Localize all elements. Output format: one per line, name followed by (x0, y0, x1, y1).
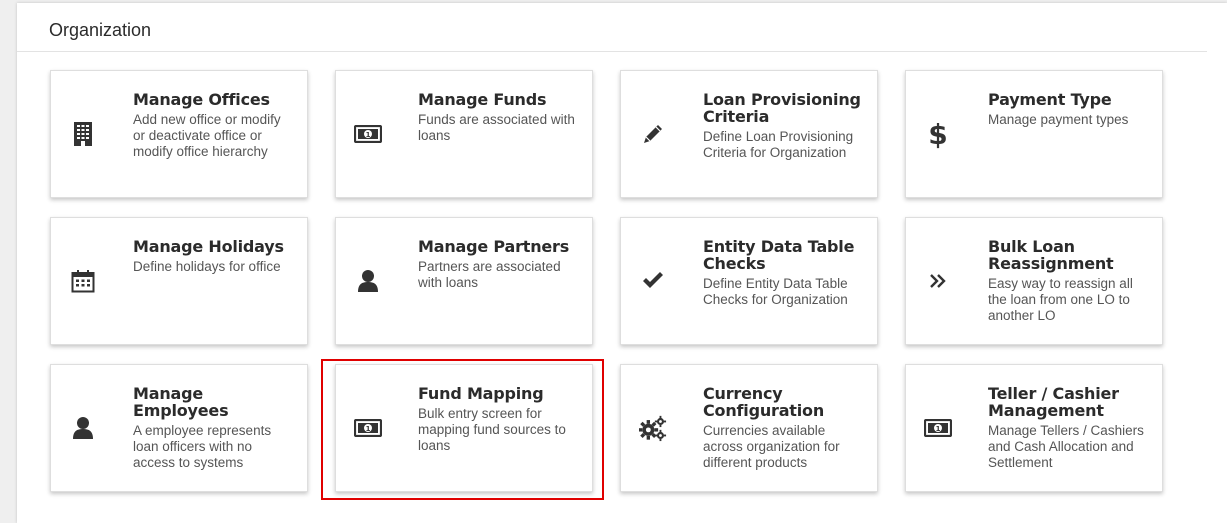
card-description: Funds are associated with loans (418, 112, 575, 143)
card-title: Manage Partners (418, 237, 570, 256)
svg-text:1: 1 (936, 425, 941, 433)
user-icon (69, 414, 97, 442)
card-description: Manage Tellers / Cashiers and Cash Alloc… (988, 423, 1144, 470)
card-description: A employee represents loan officers with… (133, 423, 272, 470)
card-description: Define Entity Data Table Checks for Orga… (703, 276, 848, 307)
card-manage-offices[interactable]: Manage Offices Add new office or modify … (50, 70, 308, 198)
section-title: Organization (49, 20, 152, 40)
divider (17, 51, 1207, 52)
card-title: Manage Employees (133, 384, 229, 420)
card-title: Teller / Cashier Management (988, 384, 1119, 420)
card-title: Manage Offices (133, 90, 270, 109)
dollar-icon: $ (928, 117, 948, 151)
card-title: Manage Holidays (133, 237, 284, 256)
svg-text:1: 1 (366, 131, 371, 139)
card-title: Fund Mapping (418, 384, 544, 403)
svg-text:1: 1 (366, 425, 371, 433)
building-icon (69, 120, 97, 148)
card-description: Add new office or modify or deactivate o… (133, 112, 281, 159)
card-description: Bulk entry screen for mapping fund sourc… (418, 406, 566, 453)
card-manage-partners[interactable]: Manage Partners Partners are associated … (335, 217, 593, 345)
card-description: Define Loan Provisioning Criteria for Or… (703, 129, 854, 160)
card-manage-employees[interactable]: Manage Employees A employee represents l… (50, 364, 308, 492)
card-description: Manage payment types (988, 112, 1129, 127)
card-title: Currency Configuration (703, 384, 825, 420)
gears-icon (639, 414, 667, 442)
card-teller-cashier-management[interactable]: 1 Teller / Cashier Management Manage Tel… (905, 364, 1163, 492)
double-chevron-right-icon (924, 267, 952, 295)
pencil-icon (639, 120, 667, 148)
card-description: Currencies available across organization… (703, 423, 840, 470)
money-icon: 1 (354, 414, 382, 442)
money-icon: 1 (924, 414, 952, 442)
card-loan-provisioning-criteria[interactable]: Loan Provisioning Criteria Define Loan P… (620, 70, 878, 198)
card-description: Define holidays for office (133, 259, 281, 274)
card-title: Bulk Loan Reassignment (988, 237, 1114, 273)
card-description: Partners are associated with loans (418, 259, 561, 290)
card-manage-funds[interactable]: 1 Manage Funds Funds are associated with… (335, 70, 593, 198)
card-entity-data-table-checks[interactable]: Entity Data Table Checks Define Entity D… (620, 217, 878, 345)
card-manage-holidays[interactable]: Manage Holidays Define holidays for offi… (50, 217, 308, 345)
card-currency-configuration[interactable]: Currency Configuration Currencies availa… (620, 364, 878, 492)
check-icon (639, 267, 667, 295)
card-fund-mapping[interactable]: 1 Fund Mapping Bulk entry screen for map… (335, 364, 593, 492)
card-description: Easy way to reassign all the loan from o… (988, 276, 1133, 323)
card-bulk-loan-reassignment[interactable]: Bulk Loan Reassignment Easy way to reass… (905, 217, 1163, 345)
card-title: Loan Provisioning Criteria (703, 90, 861, 126)
card-payment-type[interactable]: $ Payment Type Manage payment types (905, 70, 1163, 198)
user-icon (354, 267, 382, 295)
card-title: Payment Type (988, 90, 1112, 109)
card-title: Manage Funds (418, 90, 547, 109)
money-icon: 1 (354, 120, 382, 148)
calendar-icon (69, 267, 97, 295)
card-title: Entity Data Table Checks (703, 237, 855, 273)
